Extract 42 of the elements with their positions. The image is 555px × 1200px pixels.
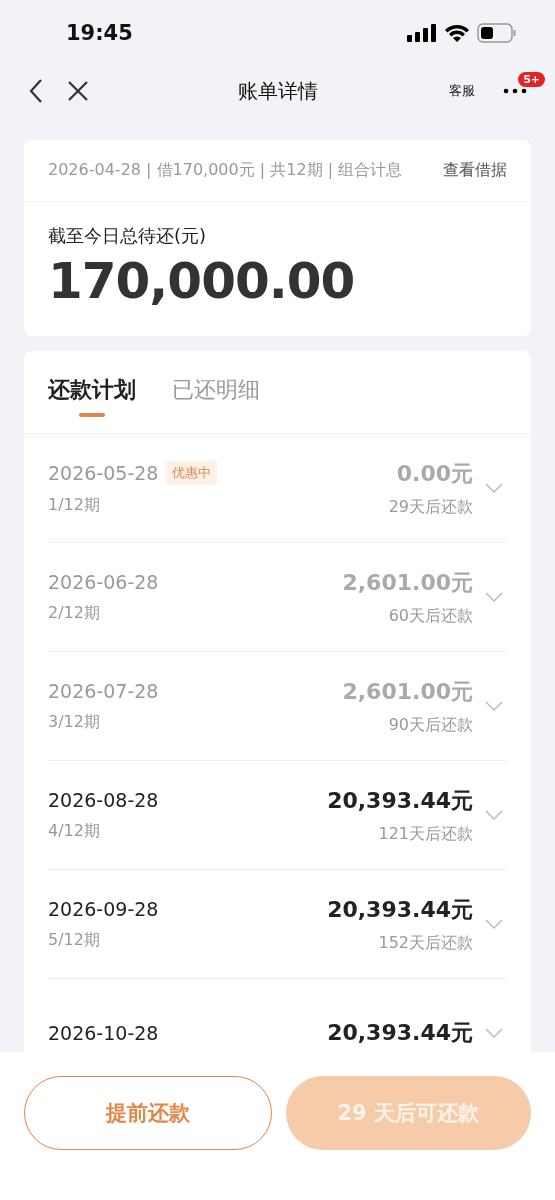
chevron-down-icon[interactable]: [485, 809, 503, 821]
chevron-down-icon[interactable]: [485, 918, 503, 930]
total-due-label: 截至今日总待还(元): [48, 224, 208, 248]
total-due-amount: 170,000.00: [48, 252, 356, 310]
tab[interactable]: 还款计划: [48, 375, 136, 417]
chevron-down-icon[interactable]: [485, 700, 503, 712]
due-date: 2026-05-28: [48, 461, 159, 484]
loan-info: 2026-04-28 | 借170,000元 | 共12期 | 组合计息: [48, 160, 403, 181]
due-date: 2026-10-28: [48, 1022, 159, 1044]
status-time: 19:45: [66, 20, 133, 45]
installment-amount: 20,393.44元: [327, 1019, 473, 1047]
due-date: 2026-07-28: [48, 679, 159, 702]
battery-icon: [477, 22, 517, 43]
due-date: 2026-06-28: [48, 570, 159, 593]
notification-badge: 5+: [518, 72, 545, 87]
days-until-due: 29天后还款: [388, 496, 473, 518]
days-until-due: 121天后还款: [378, 823, 473, 845]
signal-icon: [407, 23, 437, 42]
discount-tag: 优惠中: [166, 460, 218, 485]
days-until-due: 152天后还款: [378, 932, 473, 954]
installment-amount: 2,601.00元: [342, 677, 473, 706]
more-icon[interactable]: [503, 88, 527, 94]
chevron-down-icon[interactable]: [485, 1027, 503, 1039]
period-label: 2/12期: [48, 602, 101, 624]
wifi-icon: [445, 23, 469, 42]
installment-amount: 0.00元: [396, 459, 473, 488]
view-receipt-link[interactable]: 查看借据: [443, 160, 507, 181]
period-label: 1/12期: [48, 494, 101, 516]
installment-amount: 20,393.44元: [327, 786, 473, 815]
period-label: 4/12期: [48, 820, 101, 842]
installment-amount: 2,601.00元: [342, 568, 473, 597]
page-title: 账单详情: [237, 77, 318, 105]
days-until-due: 60天后还款: [388, 605, 473, 627]
installment-amount: 20,393.44元: [327, 895, 473, 924]
chevron-down-icon[interactable]: [485, 482, 503, 494]
period-label: 3/12期: [48, 711, 101, 733]
customer-service-button[interactable]: 客服: [447, 80, 477, 102]
due-date: 2026-09-28: [48, 897, 159, 920]
period-label: 5/12期: [48, 929, 101, 951]
due-date: 2026-08-28: [48, 788, 159, 811]
chevron-down-icon[interactable]: [485, 591, 503, 603]
days-until-due: 90天后还款: [388, 714, 473, 736]
